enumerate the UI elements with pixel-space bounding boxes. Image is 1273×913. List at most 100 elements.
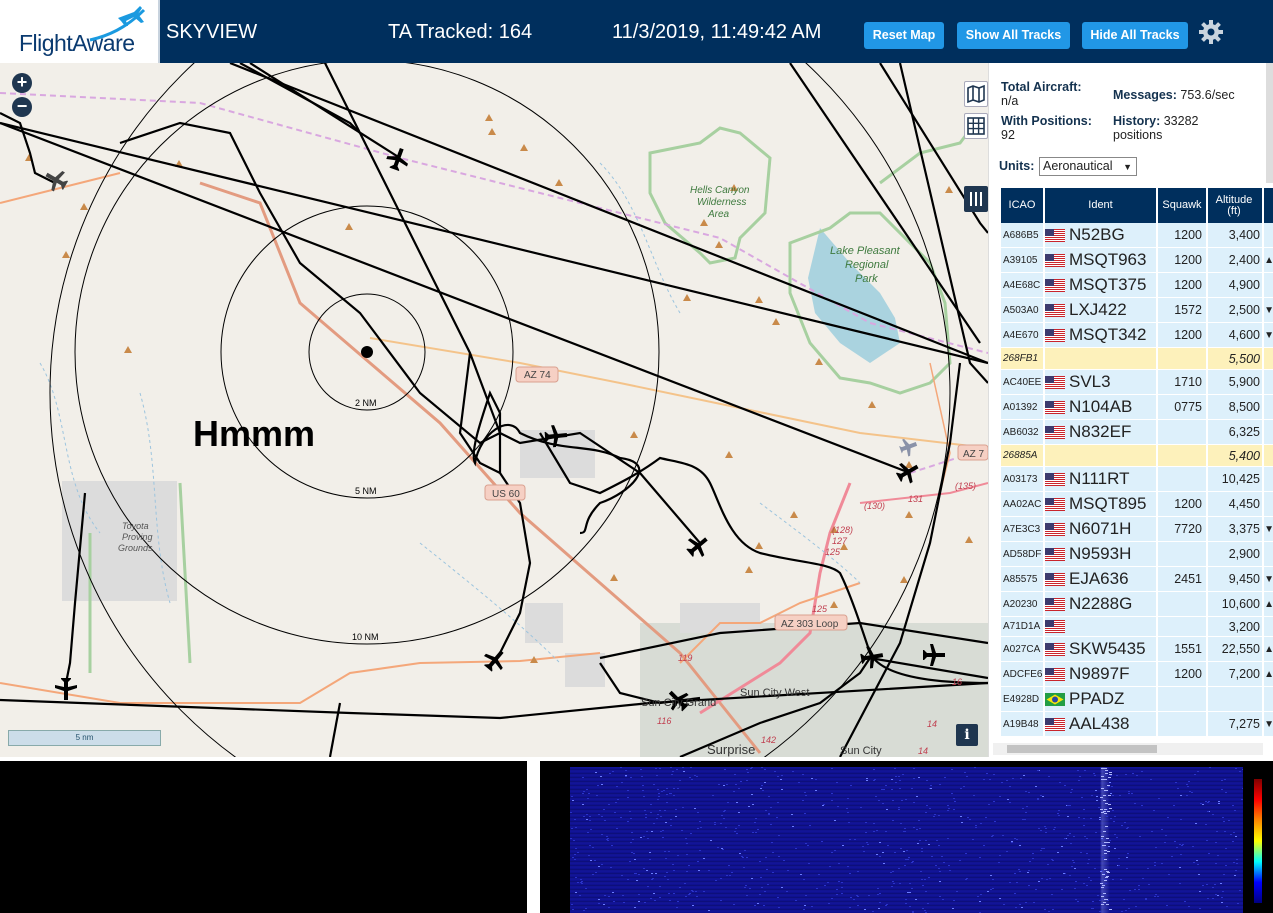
table-row[interactable]: A7E3C3 N6071H 77203,375▼ bbox=[1001, 517, 1273, 542]
table-row[interactable]: AC40EE SVL3 1710 5,900 bbox=[1001, 370, 1273, 395]
toyota-label-2: Proving bbox=[122, 532, 153, 542]
us-flag-icon bbox=[1045, 497, 1065, 511]
row-ident: N104AB bbox=[1045, 395, 1158, 419]
row-squawk: 7720 bbox=[1158, 517, 1208, 541]
route-14a: 14 bbox=[927, 719, 937, 729]
route-125b: 125 bbox=[812, 604, 828, 614]
map-view[interactable]: 2 NM 5 NM 10 NM Hells Canyon Wilderness … bbox=[0, 63, 988, 757]
table-row[interactable]: AD58DF N9593H 2,900 bbox=[1001, 542, 1273, 567]
table-row[interactable]: 268FB1 5,500 bbox=[1001, 348, 1273, 370]
aircraft-sidebar: Total Aircraft: n/a With Positions: 92 M… bbox=[988, 63, 1273, 757]
scrollbar-thumb[interactable] bbox=[1007, 745, 1157, 753]
row-ident-text: PPADZ bbox=[1069, 689, 1125, 708]
row-ident-text: SKW5435 bbox=[1069, 639, 1146, 658]
us-flag-icon bbox=[1045, 472, 1065, 486]
map-canvas[interactable]: 2 NM 5 NM 10 NM Hells Canyon Wilderness … bbox=[0, 63, 988, 757]
us60-label: US 60 bbox=[492, 489, 520, 500]
table-row[interactable]: A4E670 MSQT342 12004,600▼ bbox=[1001, 323, 1273, 348]
table-row[interactable]: A71D1A 3,200 bbox=[1001, 617, 1273, 637]
row-squawk: 1710 bbox=[1158, 370, 1208, 394]
hide-all-tracks-button[interactable]: Hide All Tracks bbox=[1082, 22, 1188, 49]
table-row[interactable]: A4E68C MSQT375 1200 4,900 bbox=[1001, 273, 1273, 298]
row-squawk: 1551 bbox=[1158, 637, 1208, 661]
row-ident: AAL438 bbox=[1045, 712, 1158, 736]
zoom-out-button[interactable]: − bbox=[12, 97, 32, 117]
table-row[interactable]: A01392 N104AB 0775 8,500 bbox=[1001, 395, 1273, 420]
row-ident: PPADZ bbox=[1045, 687, 1158, 711]
table-row[interactable]: A19B48 AAL438 7,275▼ bbox=[1001, 712, 1273, 737]
route-128: (128) bbox=[832, 525, 853, 535]
ring-label-2nm: 2 NM bbox=[355, 398, 377, 408]
table-body: A686B5 N52BG 1200 3,400 A39105 MSQT963 1200 2,4… bbox=[1001, 223, 1273, 737]
us-flag-icon bbox=[1045, 547, 1065, 561]
table-row[interactable]: A20230 N2288G 10,600▲ bbox=[1001, 592, 1273, 617]
table-row[interactable]: AB6032 N832EF 6,325 bbox=[1001, 420, 1273, 445]
us-flag-icon bbox=[1045, 667, 1065, 681]
row-icao: A19B48 bbox=[1001, 712, 1045, 736]
video-panel bbox=[0, 761, 527, 913]
row-squawk: 0775 bbox=[1158, 395, 1208, 419]
flightaware-logo[interactable]: FlightAware bbox=[0, 0, 160, 63]
map-icon bbox=[967, 84, 985, 104]
table-row[interactable]: A503A0 LXJ422 15722,500▼ bbox=[1001, 298, 1273, 323]
show-all-tracks-button[interactable]: Show All Tracks bbox=[957, 22, 1070, 49]
row-ident bbox=[1045, 348, 1158, 369]
row-icao: A4E68C bbox=[1001, 273, 1045, 297]
table-row[interactable]: A85575 EJA636 24519,450▼ bbox=[1001, 567, 1273, 592]
table-header: ICAO Ident Squawk Altitude (ft) bbox=[1001, 188, 1273, 223]
table-row[interactable]: A39105 MSQT963 12002,400▲ bbox=[1001, 248, 1273, 273]
with-positions-label: With Positions: bbox=[1001, 114, 1092, 128]
us-flag-icon bbox=[1045, 375, 1065, 389]
row-icao: 26885A bbox=[1001, 445, 1045, 466]
col-ident[interactable]: Ident bbox=[1045, 188, 1158, 223]
sun-city-west-label: Sun City West bbox=[740, 687, 810, 699]
altitude-trend-icon: ▼ bbox=[1264, 719, 1273, 730]
table-row[interactable]: 26885A 5,400 bbox=[1001, 445, 1273, 467]
gear-icon[interactable] bbox=[1198, 19, 1224, 45]
sun-city-label: Sun City bbox=[840, 745, 882, 757]
us-flag-icon bbox=[1045, 228, 1065, 242]
range-grid-button[interactable] bbox=[964, 113, 988, 139]
route-125a: 125 bbox=[825, 547, 841, 557]
color-scale bbox=[1254, 779, 1262, 903]
horizontal-scrollbar[interactable] bbox=[993, 743, 1263, 755]
col-altitude[interactable]: Altitude (ft) bbox=[1208, 188, 1264, 223]
logo-plane-icon bbox=[89, 6, 146, 42]
info-button[interactable]: i bbox=[956, 724, 978, 746]
history-stat: History: 33282 positions bbox=[1113, 114, 1198, 142]
col-icao[interactable]: ICAO bbox=[1001, 188, 1045, 223]
table-row[interactable]: A027CA SKW5435 155122,550▲ bbox=[1001, 637, 1273, 662]
us-flag-icon bbox=[1045, 328, 1065, 342]
zoom-in-button[interactable]: + bbox=[12, 73, 32, 93]
table-row[interactable]: E4928D PPADZ bbox=[1001, 687, 1273, 712]
columns-icon bbox=[970, 192, 982, 206]
history-unit: positions bbox=[1113, 128, 1163, 142]
lake-pleasant-label-1: Lake Pleasant bbox=[830, 245, 901, 257]
row-altitude: 4,900 bbox=[1208, 273, 1264, 297]
row-ident: SVL3 bbox=[1045, 370, 1158, 394]
col-squawk[interactable]: Squawk bbox=[1158, 188, 1208, 223]
az74-label: AZ 74 bbox=[524, 370, 551, 381]
reset-map-button[interactable]: Reset Map bbox=[864, 22, 944, 49]
route-127: 127 bbox=[832, 536, 848, 546]
vertical-scrollbar[interactable] bbox=[1266, 63, 1273, 183]
table-row[interactable]: A03173 N111RT 10,425 bbox=[1001, 467, 1273, 492]
row-icao: AB6032 bbox=[1001, 420, 1045, 444]
table-row[interactable]: ADCFE6 N9897F 12007,200▲ bbox=[1001, 662, 1273, 687]
row-icao: A503A0 bbox=[1001, 298, 1045, 322]
row-ident-text: MSQT375 bbox=[1069, 275, 1147, 294]
row-ident-text: SVL3 bbox=[1069, 372, 1111, 391]
toggle-sidebar-button[interactable] bbox=[964, 186, 988, 212]
row-ident-text: N6071H bbox=[1069, 519, 1132, 538]
map-layers-button[interactable] bbox=[964, 81, 988, 107]
az303-label: AZ 303 Loop bbox=[781, 619, 839, 630]
row-icao: AD58DF bbox=[1001, 542, 1045, 566]
units-select[interactable]: Aeronautical bbox=[1039, 157, 1137, 176]
row-ident-text: MSQT342 bbox=[1069, 325, 1147, 344]
row-ident: N9593H bbox=[1045, 542, 1158, 566]
table-row[interactable]: AA02AC MSQT895 1200 4,450 bbox=[1001, 492, 1273, 517]
row-altitude: 22,550▲ bbox=[1208, 637, 1273, 661]
us-flag-icon bbox=[1045, 642, 1065, 656]
table-row[interactable]: A686B5 N52BG 1200 3,400 bbox=[1001, 223, 1273, 248]
row-ident: N832EF bbox=[1045, 420, 1158, 444]
